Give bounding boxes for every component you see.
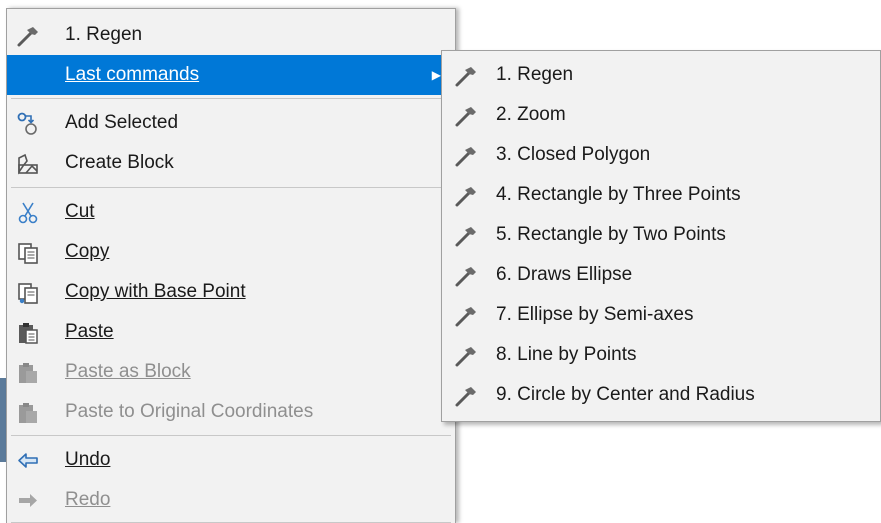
- undo-icon: [18, 453, 38, 468]
- menu-item-label: Paste: [65, 321, 114, 342]
- submenu-item-label: 2. Zoom: [496, 104, 566, 125]
- submenu-item-label: 4. Rectangle by Three Points: [496, 184, 741, 205]
- create-block-icon: [18, 153, 38, 175]
- paste-icon: [19, 323, 38, 344]
- submenu-item[interactable]: 1. Regen: [442, 55, 880, 95]
- submenu-item[interactable]: 4. Rectangle by Three Points: [442, 175, 880, 215]
- menu-item-label: Copy: [65, 241, 110, 262]
- hammer-icon: [455, 227, 476, 247]
- menu-item-cut[interactable]: Cut: [7, 192, 455, 232]
- menu-item-create-block[interactable]: Create Block: [7, 143, 455, 183]
- menu-item-add-selected[interactable]: Add Selected: [7, 103, 455, 143]
- redo-icon: [19, 494, 37, 507]
- submenu-item[interactable]: 5. Rectangle by Two Points: [442, 215, 880, 255]
- hammer-icon: [455, 107, 476, 127]
- submenu-item-label: 3. Closed Polygon: [496, 144, 651, 165]
- hammer-icon: [455, 387, 476, 407]
- submenu-item[interactable]: 2. Zoom: [442, 95, 880, 135]
- menu-item-label: Add Selected: [65, 112, 179, 133]
- menu-item-undo[interactable]: Undo: [7, 440, 455, 480]
- scissors-icon: [18, 202, 38, 224]
- menu-item-label: Paste to Original Coordinates: [65, 401, 314, 422]
- menu-separator: [11, 187, 451, 188]
- copy-icon: [18, 243, 38, 264]
- submenu-item[interactable]: 6. Draws Ellipse: [442, 255, 880, 295]
- menu-item-paste-to-original-coordinates[interactable]: Paste to Original Coordinates: [7, 392, 455, 432]
- menu-item-paste-as-block[interactable]: Paste as Block: [7, 352, 455, 392]
- last-commands-submenu: 1. Regen 2. Zoom 3. Closed Polygon 4. Re…: [441, 50, 881, 422]
- menu-item-label: Last commands: [65, 64, 200, 85]
- submenu-item-label: 5. Rectangle by Two Points: [496, 224, 726, 245]
- menu-separator: [11, 435, 451, 436]
- menu-item-label: Create Block: [65, 152, 174, 173]
- hammer-icon: [455, 347, 476, 367]
- add-selected-icon: [17, 112, 37, 135]
- hammer-icon: [17, 27, 38, 47]
- copy-base-point-icon: [18, 283, 38, 304]
- hammer-icon: [455, 187, 476, 207]
- submenu-item[interactable]: 9. Circle by Center and Radius: [442, 375, 880, 415]
- menu-item-label: 1. Regen: [65, 24, 143, 45]
- paste-as-block-icon: [19, 363, 37, 383]
- submenu-item[interactable]: 7. Ellipse by Semi-axes: [442, 295, 880, 335]
- menu-item-label: Cut: [65, 201, 95, 222]
- submenu-item-label: 1. Regen: [496, 64, 574, 85]
- menu-item-label: Redo: [65, 489, 111, 510]
- menu-separator: [11, 98, 451, 99]
- menu-item-copy[interactable]: Copy: [7, 232, 455, 272]
- submenu-item-label: 9. Circle by Center and Radius: [496, 384, 755, 405]
- menu-item-copy-with-base-point[interactable]: Copy with Base Point: [7, 272, 455, 312]
- hammer-icon: [455, 307, 476, 327]
- menu-item-label: Copy with Base Point: [65, 281, 246, 302]
- menu-item-paste[interactable]: Paste: [7, 312, 455, 352]
- hammer-icon: [455, 67, 476, 87]
- submenu-item-label: 7. Ellipse by Semi-axes: [496, 304, 694, 325]
- submenu-item-label: 6. Draws Ellipse: [496, 264, 633, 285]
- menu-item-label: Paste as Block: [65, 361, 191, 382]
- context-menu: 1. Regen Last commands ▶ Add Selected Cr…: [6, 8, 456, 523]
- hammer-icon: [455, 147, 476, 167]
- chevron-right-icon: ▶: [431, 68, 441, 82]
- submenu-item[interactable]: 8. Line by Points: [442, 335, 880, 375]
- paste-original-icon: [19, 403, 37, 423]
- hammer-icon: [455, 267, 476, 287]
- submenu-item-label: 8. Line by Points: [496, 344, 637, 365]
- submenu-item[interactable]: 3. Closed Polygon: [442, 135, 880, 175]
- menu-item-label: Undo: [65, 449, 111, 470]
- menu-item-regen[interactable]: 1. Regen: [7, 15, 455, 55]
- menu-item-last-commands[interactable]: Last commands ▶: [7, 55, 455, 95]
- menu-item-redo[interactable]: Redo: [7, 480, 455, 520]
